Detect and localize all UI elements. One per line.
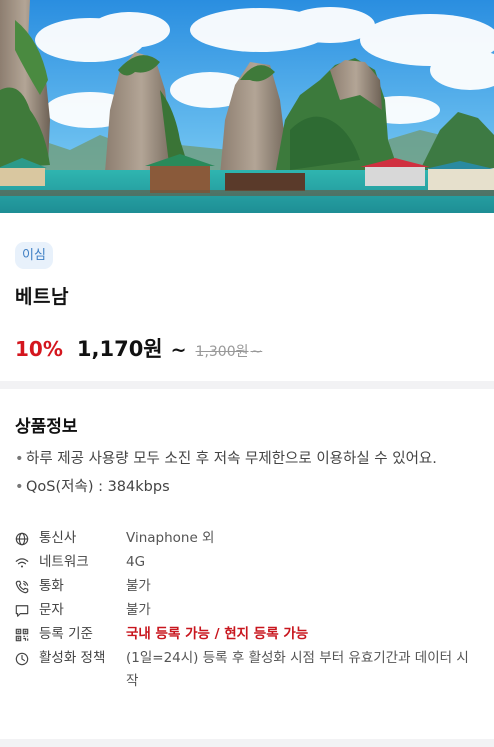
phone-icon: [15, 575, 39, 598]
spec-sms: 문자 불가: [15, 599, 479, 622]
spec-list: 통신사 Vinaphone 외 네트워크 4G 통화 불가 문자 불가 등록 기…: [15, 527, 479, 693]
esim-badge: 이심: [15, 242, 53, 269]
clock-icon: [15, 647, 39, 670]
original-price: 1,300원: [195, 344, 249, 360]
halong-bay-illustration: [0, 0, 494, 213]
spec-label: 문자: [39, 602, 64, 618]
info-bullet: QoS(저속) : 384kbps: [15, 475, 479, 499]
spec-value: (1일=24시) 등록 후 활성화 시점 부터 유효기간과 데이터 시작: [126, 650, 469, 689]
section-title: 상품정보: [15, 417, 78, 437]
qr-icon: [15, 623, 39, 646]
hero-image: [0, 0, 494, 213]
spec-value: 국내 등록 가능 / 현지 등록 가능: [126, 626, 309, 642]
spec-value: 4G: [126, 554, 146, 570]
sale-price: 1,170원: [76, 337, 163, 361]
wifi-icon: [15, 551, 39, 574]
message-icon: [15, 599, 39, 622]
spec-call: 통화 불가: [15, 575, 479, 598]
spec-value: Vinaphone 외: [126, 530, 215, 546]
info-bullet: 하루 제공 사용량 모두 소진 후 저속 무제한으로 이용하실 수 있어요.: [15, 447, 479, 471]
product-title: 베트남: [15, 286, 69, 308]
spec-network: 네트워크 4G: [15, 551, 479, 574]
discount-rate: 10%: [15, 337, 63, 361]
spec-carrier: 통신사 Vinaphone 외: [15, 527, 479, 550]
price-tilde: ~: [170, 339, 187, 361]
spec-label: 통신사: [39, 530, 77, 546]
spec-label: 활성화 정책: [39, 650, 106, 666]
spec-label: 네트워크: [39, 554, 89, 570]
spec-activation: 활성화 정책 (1일=24시) 등록 후 활성화 시점 부터 유효기간과 데이터…: [15, 647, 479, 693]
spec-value: 불가: [126, 602, 151, 618]
spec-value: 불가: [126, 578, 151, 594]
product-info-card: 상품정보 하루 제공 사용량 모두 소진 후 저속 무제한으로 이용하실 수 있…: [0, 389, 494, 739]
section-divider: [0, 381, 494, 389]
spec-registration: 등록 기준 국내 등록 가능 / 현지 등록 가능: [15, 623, 479, 646]
spec-label: 등록 기준: [39, 626, 93, 642]
product-summary-card: 이심 베트남 10% 1,170원 ~ 1,300원 ~: [0, 213, 494, 381]
price-row: 10% 1,170원 ~ 1,300원 ~: [15, 333, 479, 363]
globe-icon: [15, 527, 39, 550]
original-price-tilde: ~: [250, 344, 263, 360]
info-bullets: 하루 제공 사용량 모두 소진 후 저속 무제한으로 이용하실 수 있어요. Q…: [15, 447, 479, 499]
spec-label: 통화: [39, 578, 64, 594]
